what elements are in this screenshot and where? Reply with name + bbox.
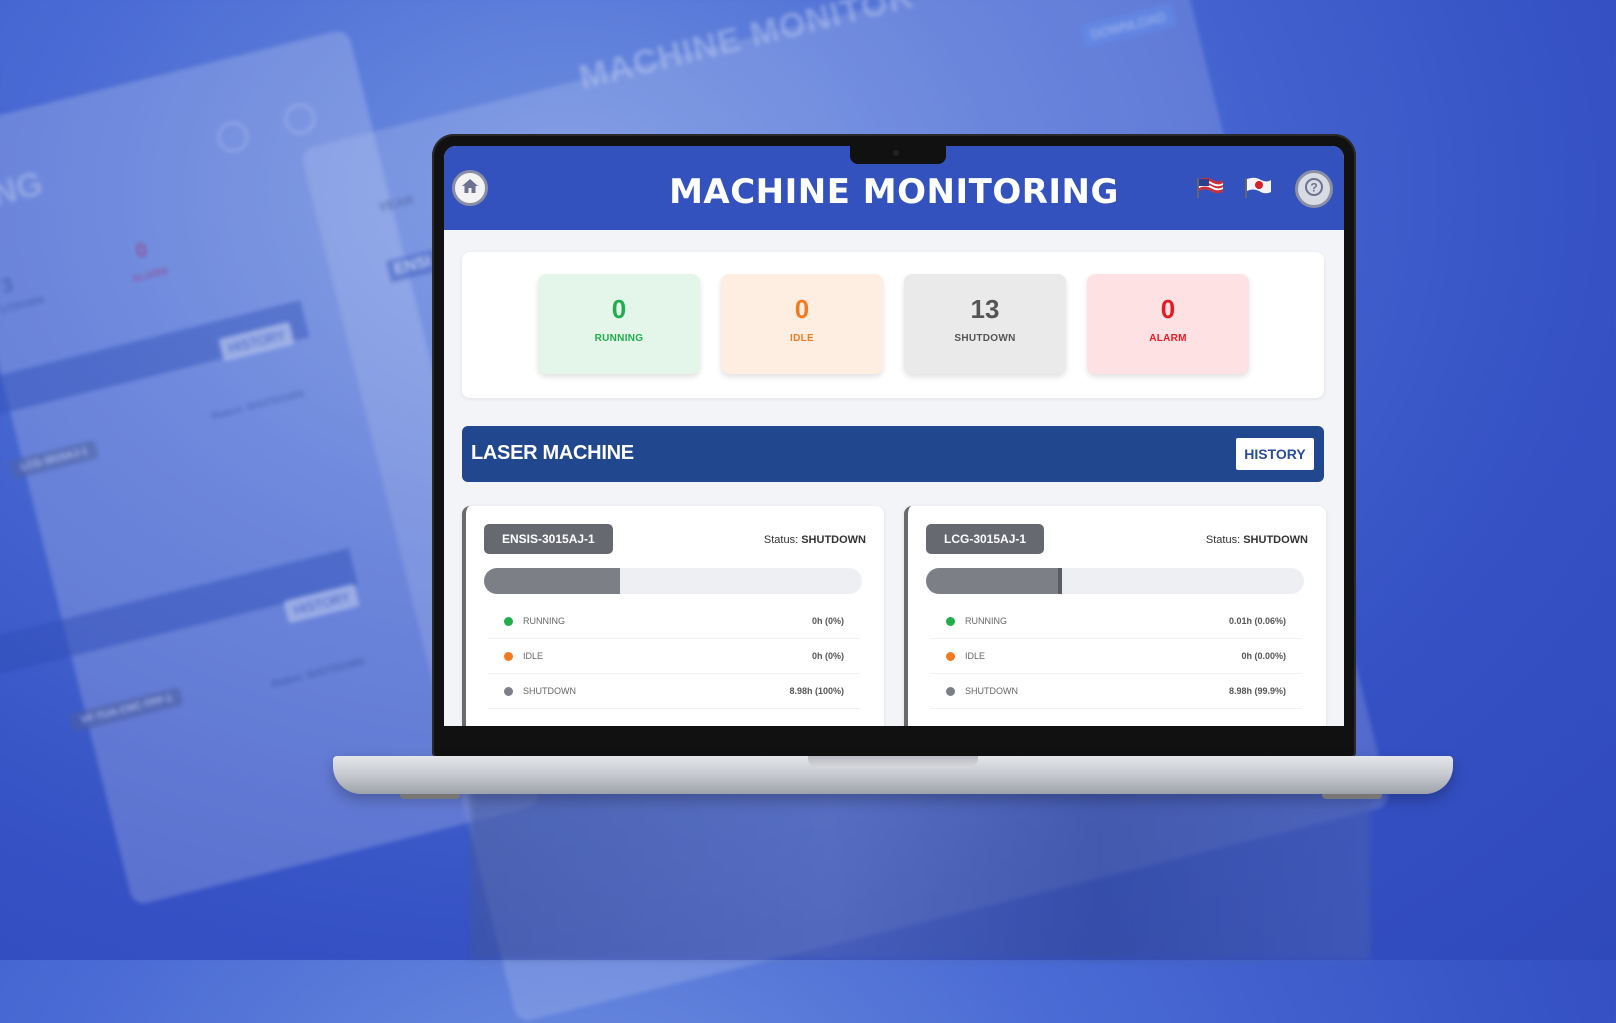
row-label: SHUTDOWN [965, 686, 1018, 696]
row-value: 0.01h (0.06%) [1228, 616, 1286, 626]
running-count: 0 [611, 294, 627, 324]
machine-card[interactable]: LCG-3015AJ-1 Status: SHUTDOWN RUNNING 0.… [904, 506, 1326, 726]
alarm-stat: 0 ALARM [1087, 274, 1249, 374]
laser-machine-section-header: LASER MACHINE HISTORY [462, 426, 1324, 482]
list-item: IDLE 0h (0.00%) [930, 639, 1302, 674]
list-item: SHUTDOWN 8.98h (99.9%) [930, 674, 1302, 709]
usage-progress-fill [484, 568, 621, 594]
shutdown-count: 13 [970, 294, 1000, 324]
shutdown-dot-icon [946, 686, 955, 696]
background-help-icon [218, 122, 248, 152]
row-value: 0h (0%) [811, 616, 844, 626]
row-label: RUNNING [523, 616, 565, 626]
usage-progress-fill [926, 568, 1063, 594]
list-item: RUNNING 0.01h (0.06%) [930, 604, 1302, 639]
state-breakdown-list: RUNNING 0.01h (0.06%) IDLE 0h (0.00%) SH… [930, 604, 1302, 709]
status-value: SHUTDOWN [1243, 534, 1308, 546]
svg-text:?: ? [1310, 180, 1317, 194]
section-title: LASER MACHINE [471, 442, 634, 464]
row-value: 8.98h (100%) [789, 686, 844, 696]
machine-card[interactable]: ENSIS-3015AJ-1 Status: SHUTDOWN RUNNING … [462, 506, 884, 726]
app-screen: MACHINE MONITORING ? 0 RUNNING 0 IDLE 13… [444, 146, 1344, 726]
status-value: SHUTDOWN [801, 534, 866, 546]
laptop-foot [400, 794, 460, 799]
machine-status: Status: SHUTDOWN [1206, 534, 1308, 546]
shutdown-label: SHUTDOWN [954, 333, 1016, 344]
background-back-icon [285, 104, 315, 134]
shutdown-stat: 13 SHUTDOWN [904, 274, 1066, 374]
list-item: IDLE 0h (0%) [488, 639, 860, 674]
row-value: 0h (0.00%) [1241, 651, 1286, 661]
question-icon: ? [1304, 177, 1324, 202]
row-label: SHUTDOWN [523, 686, 576, 696]
status-label: Status: [1205, 534, 1241, 546]
running-stat: 0 RUNNING [538, 274, 700, 374]
machine-status: Status: SHUTDOWN [764, 534, 866, 546]
idle-count: 0 [794, 294, 810, 324]
idle-label: IDLE [790, 333, 814, 344]
row-label: IDLE [523, 651, 544, 661]
shutdown-dot-icon [504, 686, 513, 696]
state-breakdown-list: RUNNING 0h (0%) IDLE 0h (0%) SHUTDOWN 8.… [488, 604, 860, 709]
list-item: SHUTDOWN 8.98h (100%) [488, 674, 860, 709]
help-button[interactable]: ? [1295, 170, 1333, 208]
status-label: Status: [763, 534, 799, 546]
japan-flag-icon[interactable] [1243, 176, 1273, 200]
machine-name-tag: LCG-3015AJ-1 [926, 524, 1045, 554]
row-label: RUNNING [965, 616, 1007, 626]
idle-dot-icon [946, 651, 955, 661]
background-machine-photo [470, 790, 1370, 960]
idle-dot-icon [504, 651, 513, 661]
status-summary-card: 0 RUNNING 0 IDLE 13 SHUTDOWN 0 ALARM [462, 252, 1324, 398]
row-label: IDLE [965, 651, 986, 661]
laptop-foot [1322, 794, 1382, 799]
alarm-label: ALARM [1149, 333, 1187, 344]
idle-stat: 0 IDLE [721, 274, 883, 374]
us-flag-icon[interactable] [1195, 176, 1225, 200]
camera-icon [893, 150, 899, 156]
laptop-base-notch [808, 756, 978, 768]
running-dot-icon [504, 616, 513, 626]
history-button[interactable]: HISTORY [1236, 438, 1314, 470]
list-item: RUNNING 0h (0%) [488, 604, 860, 639]
usage-progress-bar [484, 568, 862, 594]
running-label: RUNNING [594, 333, 644, 344]
usage-progress-bar [926, 568, 1304, 594]
row-value: 0h (0%) [811, 651, 844, 661]
machine-name-tag: ENSIS-3015AJ-1 [484, 524, 613, 554]
row-value: 8.98h (99.9%) [1228, 686, 1286, 696]
running-dot-icon [946, 616, 955, 626]
alarm-count: 0 [1160, 294, 1176, 324]
